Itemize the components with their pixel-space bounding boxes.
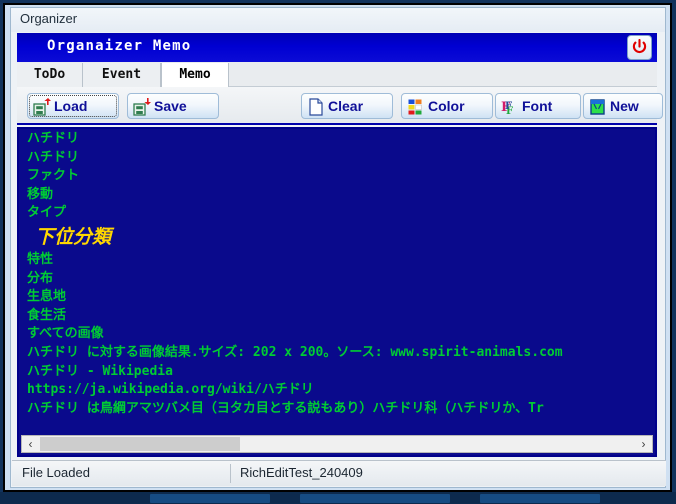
load-button[interactable]: Load [27,93,119,119]
status-filename: RichEditTest_240409 [240,465,363,480]
desktop-taskbar-strip [0,492,676,504]
tab-memo[interactable]: Memo [161,63,229,88]
status-message: File Loaded [22,465,90,480]
editor-line: ハチドリ は鳥綱アマツバメ目（ヨタカ目とする説もあり）ハチドリ科（ハチドリか、T… [27,400,544,416]
editor-line: ハチドリ [27,149,80,165]
clear-button-label: Clear [328,98,364,114]
tab-event-label: Event [101,67,142,82]
color-button[interactable]: Color [401,93,493,119]
font-button[interactable]: F F F Font [495,93,581,119]
editor-line: 食生活 [27,307,67,323]
floppy-up-icon [33,98,51,116]
save-button[interactable]: Save [127,93,219,119]
font-button-label: Font [522,98,553,114]
tab-event[interactable]: Event [83,63,161,87]
status-bar: File Loaded RichEditTest_240409 [12,460,666,486]
svg-text:F: F [505,101,512,112]
new-button[interactable]: New [583,93,663,119]
tab-strip: ToDo Event Memo [17,62,657,88]
editor-line: 移動 [27,186,54,202]
editor-line: 生息地 [27,289,67,305]
power-button[interactable] [627,35,652,60]
page-icon [307,98,325,116]
scroll-right-arrow-icon[interactable]: › [635,436,652,452]
clear-button[interactable]: Clear [301,93,393,119]
editor-line: ファクト [27,168,80,184]
editor-horizontal-scrollbar[interactable]: ‹ › [21,435,653,453]
floppy-down-icon [133,98,151,116]
app-title-bar: Organaizer Memo [17,33,657,62]
scroll-left-arrow-icon[interactable]: ‹ [22,436,39,452]
color-grid-icon [407,98,425,116]
toolbar: Load Save Clear Color F F F Font New [17,87,663,125]
load-button-label: Load [54,98,88,114]
editor-line: ハチドリ - Wikipedia [27,363,173,379]
window-caption-title: Organizer [20,11,78,26]
new-doc-icon [589,98,607,116]
editor-line: https://ja.wikipedia.org/wiki/ハチドリ [27,382,314,398]
scrollbar-thumb[interactable] [40,437,240,451]
editor-line: ハチドリ に対する画像結果.サイズ: 202 x 200。ソース: www.sp… [27,344,563,360]
tab-todo-label: ToDo [33,67,66,82]
application-window: Organizer Organaizer Memo ToDo Event Mem… [3,3,672,492]
editor-line: 分布 [27,270,54,286]
new-button-label: New [610,98,639,114]
tab-todo[interactable]: ToDo [17,63,83,87]
editor-line: 下位分類 [35,225,112,248]
font-f-icon: F F F [501,98,519,117]
window-caption-bar: Organizer [11,8,665,32]
editor-line: 特性 [27,251,54,267]
editor-line: すべての画像 [27,326,104,342]
rich-text-editor[interactable]: ハチドリ ハチドリ ファクト 移動 タイプ 下位分類 特性 分布 生息地 食生活 すべての画像 ハチド… [21,130,655,435]
save-button-label: Save [154,98,187,114]
editor-line: タイプ [27,205,67,221]
app-title-text: Organaizer Memo [47,38,192,54]
screen: Organizer Organaizer Memo ToDo Event Mem… [0,0,676,504]
tab-memo-label: Memo [179,67,211,82]
window-client-area: Organizer Organaizer Memo ToDo Event Mem… [10,7,666,488]
editor-line: ハチドリ [27,131,80,146]
color-button-label: Color [428,98,465,114]
status-divider [230,464,231,483]
rich-text-editor-frame: ハチドリ ハチドリ ファクト 移動 タイプ 下位分類 特性 分布 生息地 食生活 すべての画像 ハチド… [17,127,657,457]
